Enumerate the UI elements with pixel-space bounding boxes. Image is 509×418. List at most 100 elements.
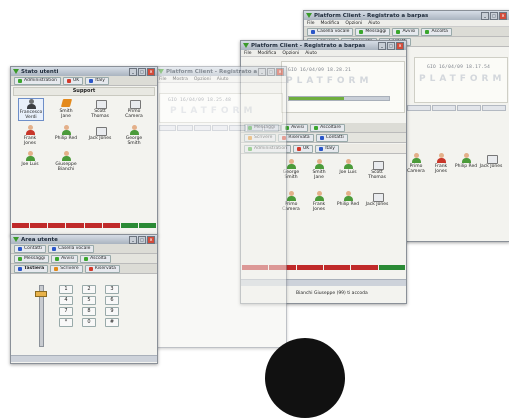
menu-file[interactable]: File xyxy=(307,21,315,26)
user-card[interactable]: Jack Jones xyxy=(479,153,503,169)
listen-button[interactable]: Ascoltare xyxy=(310,123,346,132)
messages-button[interactable]: Messaggi xyxy=(355,27,391,36)
alerts-label: Avvisi xyxy=(291,125,305,130)
contacts-button[interactable]: Contatti xyxy=(14,244,47,253)
volume-slider-thumb[interactable] xyxy=(35,291,47,297)
minimize-icon[interactable]: _ xyxy=(481,11,489,20)
minimize-icon[interactable]: _ xyxy=(129,67,137,76)
user-card[interactable]: Primo Camera xyxy=(122,98,146,119)
function-key[interactable] xyxy=(194,125,211,131)
menu-file[interactable]: File xyxy=(244,51,252,56)
menu-aiuto[interactable]: Aiuto xyxy=(217,77,229,82)
close-icon[interactable]: × xyxy=(396,41,404,50)
user-card[interactable]: Frank Jones xyxy=(18,125,42,146)
menu-modifica[interactable]: Modifica xyxy=(258,51,277,56)
user-card[interactable]: Frank Jones xyxy=(429,153,453,174)
close-icon[interactable]: × xyxy=(276,67,284,76)
tab-uk[interactable]: UK xyxy=(292,144,314,153)
title-bar[interactable]: Platform Client - Registrato a barpas _ □… xyxy=(241,41,406,50)
title-bar[interactable]: Platform Client - Registrato a ba _ □ × xyxy=(156,67,286,76)
user-card[interactable]: Philip Red xyxy=(54,125,78,141)
function-key[interactable] xyxy=(264,125,282,131)
tab-administration[interactable]: Administration xyxy=(14,76,61,85)
user-card[interactable]: Smith Jane xyxy=(54,98,78,119)
key-8[interactable]: 8 xyxy=(82,307,96,316)
key-3[interactable]: 3 xyxy=(105,285,119,294)
menu-opzioni[interactable]: Opzioni xyxy=(194,77,211,82)
user-card[interactable]: Smith Jane xyxy=(307,159,331,180)
function-key[interactable] xyxy=(432,105,456,111)
key-star[interactable]: * xyxy=(59,318,73,327)
menu-opzioni[interactable]: Opzioni xyxy=(345,21,362,26)
tab-italy[interactable]: Italy xyxy=(85,76,109,85)
volume-slider[interactable] xyxy=(288,96,390,101)
function-key[interactable] xyxy=(482,105,506,111)
messages-button[interactable]: Messaggi xyxy=(14,254,50,263)
user-card[interactable]: Philip Red xyxy=(454,153,478,169)
menu-opzioni[interactable]: Opzioni xyxy=(282,51,299,56)
key-5[interactable]: 5 xyxy=(82,296,96,305)
line-indicator xyxy=(66,223,84,228)
function-key[interactable] xyxy=(159,125,176,131)
write-button[interactable]: Scrivere xyxy=(50,264,83,273)
user-card[interactable]: Frank Jones xyxy=(307,191,331,212)
maximize-icon[interactable]: □ xyxy=(490,11,498,20)
function-key[interactable] xyxy=(211,125,229,131)
user-card[interactable]: Joe Luis xyxy=(18,151,42,167)
user-card[interactable]: Scott Thomas xyxy=(88,98,112,119)
title-bar[interactable]: Area utente _ □ × xyxy=(11,235,157,244)
user-card[interactable]: Primo Camera xyxy=(404,153,428,174)
key-9[interactable]: 9 xyxy=(105,307,119,316)
private-button[interactable]: Riservata xyxy=(84,264,120,273)
minimize-icon[interactable]: _ xyxy=(378,41,386,50)
maximize-icon[interactable]: □ xyxy=(138,235,146,244)
user-card[interactable]: Giuseppe Bianchi xyxy=(54,151,78,172)
user-card[interactable]: George Smith xyxy=(122,125,146,146)
voicemail-button[interactable]: Casella vocale xyxy=(48,244,95,253)
close-icon[interactable]: × xyxy=(147,67,155,76)
user-card[interactable]: Scott Thomas xyxy=(365,159,389,180)
maximize-icon[interactable]: □ xyxy=(387,41,395,50)
menu-aiuto[interactable]: Aiuto xyxy=(305,51,317,56)
user-card[interactable]: Joe Luis xyxy=(336,159,360,175)
tab-uk[interactable]: UK xyxy=(62,76,84,85)
function-key[interactable] xyxy=(457,105,481,111)
tab-keypad[interactable]: Tastiera xyxy=(14,264,49,273)
key-7[interactable]: 7 xyxy=(59,307,73,316)
close-icon[interactable]: × xyxy=(499,11,507,20)
minimize-icon[interactable]: _ xyxy=(258,67,266,76)
function-key[interactable] xyxy=(229,125,246,131)
maximize-icon[interactable]: □ xyxy=(267,67,275,76)
menu-aiuto[interactable]: Aiuto xyxy=(368,21,380,26)
message-icon xyxy=(359,29,364,34)
user-card[interactable]: Jack Jones xyxy=(365,191,389,207)
key-6[interactable]: 6 xyxy=(105,296,119,305)
key-0[interactable]: 0 xyxy=(82,318,96,327)
maximize-icon[interactable]: □ xyxy=(138,67,146,76)
title-bar[interactable]: Stato utenti _ □ × xyxy=(11,67,157,76)
menu-modifica[interactable]: Modifica xyxy=(321,21,340,26)
key-4[interactable]: 4 xyxy=(59,296,73,305)
voicemail-button[interactable]: Casella vocale xyxy=(307,27,354,36)
tab-italy[interactable]: Italy xyxy=(315,144,339,153)
user-card[interactable]: Francesco Verdi xyxy=(18,98,44,121)
title-bar[interactable]: Platform Client - Registrato a barpas _ □… xyxy=(304,11,509,20)
user-card[interactable]: Philip Red xyxy=(336,191,360,207)
function-key[interactable] xyxy=(407,105,431,111)
alerts-button[interactable]: Avvisi xyxy=(392,27,420,36)
close-icon[interactable]: × xyxy=(147,235,155,244)
user-card[interactable]: Jack Jones xyxy=(88,125,112,141)
menu-mostra[interactable]: Mostra xyxy=(173,77,188,82)
function-key[interactable] xyxy=(176,125,194,131)
function-key[interactable] xyxy=(246,125,264,131)
person-icon xyxy=(343,191,353,201)
contacts-button[interactable]: Contatti xyxy=(315,133,348,142)
listen-button[interactable]: Ascolta xyxy=(421,27,452,36)
menu-file[interactable]: File xyxy=(159,77,167,82)
key-1[interactable]: 1 xyxy=(59,285,73,294)
alerts-button[interactable]: Avvisi xyxy=(51,254,79,263)
listen-button[interactable]: Ascolta xyxy=(80,254,111,263)
key-2[interactable]: 2 xyxy=(82,285,96,294)
minimize-icon[interactable]: _ xyxy=(129,235,137,244)
key-hash[interactable]: # xyxy=(105,318,119,327)
